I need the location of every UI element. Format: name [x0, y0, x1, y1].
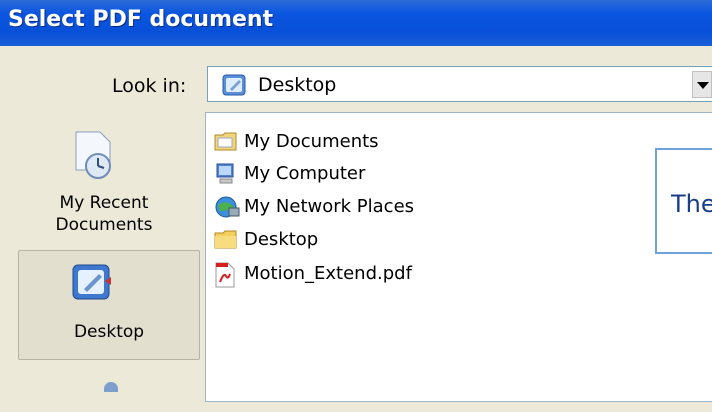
window-title: Select PDF document — [8, 7, 274, 32]
look-in-label: Look in: — [112, 75, 187, 97]
computer-icon — [214, 162, 238, 191]
file-name: My Documents — [244, 131, 379, 152]
desktop-label: Desktop — [73, 322, 145, 342]
look-in-value: Desktop — [258, 74, 337, 96]
file-name: Motion_Extend.pdf — [244, 263, 412, 284]
places-bar: My Recent Documents Desktop — [8, 112, 200, 412]
desktop-icon — [222, 73, 248, 101]
chevron-down-icon[interactable] — [692, 71, 712, 98]
preview-pane: The — [655, 148, 712, 254]
folder-icon — [214, 228, 238, 255]
file-name: My Computer — [244, 163, 366, 184]
recent-label-line1: My Recent — [59, 193, 149, 213]
file-name: Desktop — [244, 229, 319, 250]
look-in-dropdown[interactable]: Desktop — [207, 66, 712, 102]
file-name: My Network Places — [244, 196, 415, 217]
folder-documents-icon — [214, 130, 238, 157]
preview-text: The — [671, 190, 712, 218]
pdf-file-icon — [214, 262, 236, 293]
places-desktop[interactable]: Desktop — [18, 250, 200, 360]
network-places-icon — [214, 195, 240, 224]
recent-label-line2: Documents — [55, 215, 153, 235]
recent-documents-icon — [70, 130, 118, 185]
desktop-icon — [71, 261, 115, 310]
places-recent-documents[interactable]: My Recent Documents — [8, 112, 200, 242]
title-bar[interactable]: Select PDF document — [0, 0, 712, 46]
file-list[interactable]: My Documents My Computer My Network Plac… — [205, 112, 712, 402]
